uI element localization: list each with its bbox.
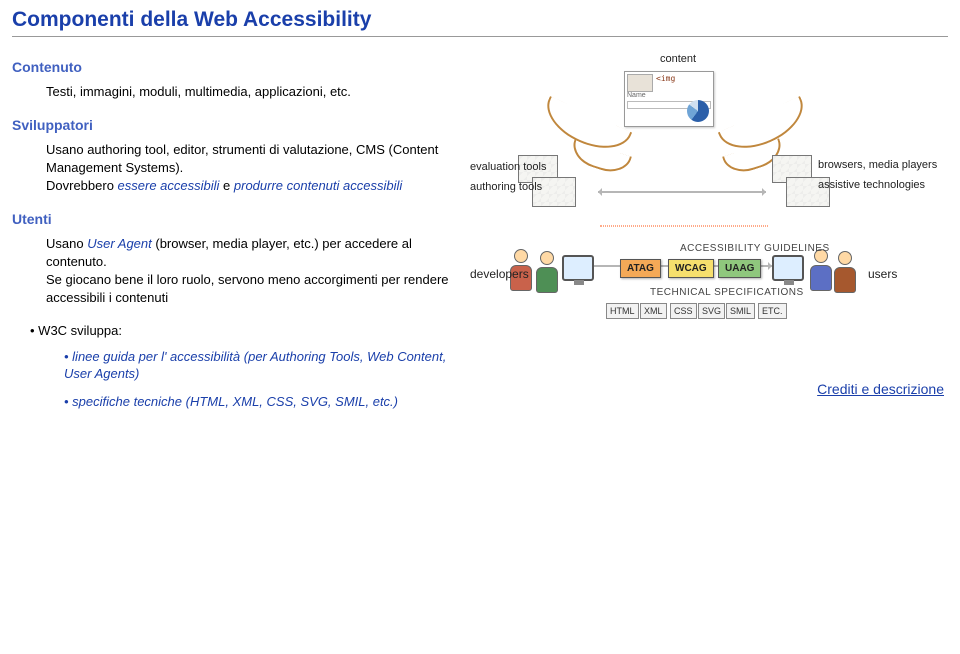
guideline-atag: ATAG — [620, 259, 661, 278]
w3c-item-1: linee guida per l' accessibilità (per Au… — [64, 348, 452, 384]
sviluppatori-line2-mid: e — [219, 178, 233, 193]
keyword-essere: essere accessibili — [118, 178, 220, 193]
label-guidelines-section: ACCESSIBILITY GUIDELINES — [680, 243, 830, 254]
label-authoring-tools: authoring tools — [470, 181, 542, 193]
keyword-produrre: produrre contenuti accessibili — [234, 178, 402, 193]
keyword-useragent: User Agent — [87, 236, 152, 251]
credits-link[interactable]: Crediti e descrizione — [817, 381, 944, 397]
section-body-utenti: Usano User Agent (browser, media player,… — [12, 235, 452, 307]
spec-3: SVG — [698, 303, 725, 319]
sviluppatori-line2-pre: Dovrebbero — [46, 178, 118, 193]
snippet-name-label: Name — [627, 92, 711, 99]
pie-icon — [687, 100, 709, 122]
guideline-wcag: WCAG — [668, 259, 714, 278]
snippet-thumb-icon — [627, 74, 653, 92]
w3c-kw2: specifiche tecniche — [72, 394, 182, 409]
label-assistive: assistive technologies — [818, 179, 925, 191]
dotted-line — [600, 225, 768, 227]
accessibility-diagram: content <img Name evaluation tools autho… — [470, 53, 940, 393]
sviluppatori-line1: Usano authoring tool, editor, strumenti … — [46, 142, 438, 175]
label-content: content — [660, 53, 696, 65]
developer-monitor-icon — [562, 255, 594, 281]
label-browsers: browsers, media players — [818, 159, 937, 171]
w3c-rest2: (HTML, XML, CSS, SVG, SMIL, etc.) — [182, 394, 398, 409]
section-heading-utenti: Utenti — [12, 211, 452, 227]
user-monitor-icon — [772, 255, 804, 281]
utenti-pre: Usano — [46, 236, 87, 251]
w3c-kw1: linee guida — [72, 349, 135, 364]
user-person-1 — [808, 249, 834, 291]
page-title: Componenti della Web Accessibility — [12, 8, 948, 37]
w3c-item-2: specifiche tecniche (HTML, XML, CSS, SVG… — [64, 393, 452, 411]
w3c-heading: W3C sviluppa: — [30, 323, 452, 338]
arrow-middle — [598, 191, 766, 193]
section-body-contenuto: Testi, immagini, moduli, multimedia, app… — [12, 83, 452, 101]
spec-4: SMIL — [726, 303, 755, 319]
label-developers: developers — [470, 267, 529, 281]
utenti-body2: Se giocano bene il loro ruolo, servono m… — [46, 272, 449, 305]
user-person-2 — [832, 251, 858, 293]
content-column: Contenuto Testi, immagini, moduli, multi… — [12, 59, 452, 421]
spec-1: XML — [640, 303, 667, 319]
spec-5: ETC. — [758, 303, 787, 319]
section-heading-contenuto: Contenuto — [12, 59, 452, 75]
label-users: users — [868, 267, 897, 281]
section-body-sviluppatori: Usano authoring tool, editor, strumenti … — [12, 141, 452, 195]
spec-2: CSS — [670, 303, 697, 319]
section-heading-sviluppatori: Sviluppatori — [12, 117, 452, 133]
content-snippet: <img Name — [624, 71, 714, 127]
developer-person-2 — [534, 251, 560, 293]
guideline-uaag: UAAG — [718, 259, 761, 278]
diagram-column: content <img Name evaluation tools autho… — [470, 59, 948, 421]
label-eval-tools: evaluation tools — [470, 161, 546, 173]
spec-0: HTML — [606, 303, 639, 319]
label-specs-section: TECHNICAL SPECIFICATIONS — [650, 287, 804, 298]
